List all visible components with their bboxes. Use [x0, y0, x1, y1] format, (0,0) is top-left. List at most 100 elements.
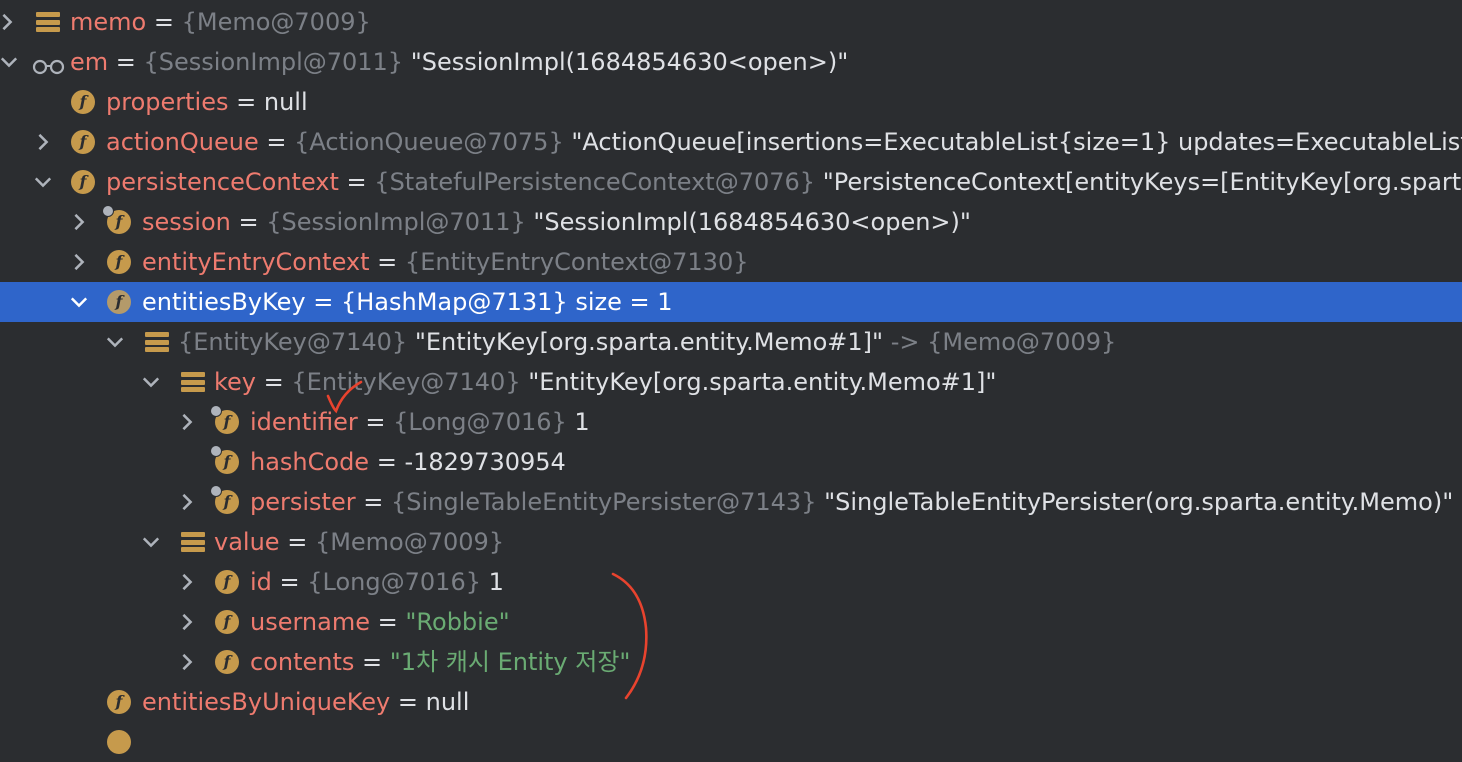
- variable-name: persister: [250, 488, 356, 516]
- row-text: entitiesByUniqueKey = null: [142, 682, 469, 722]
- equals-sign: =: [390, 688, 426, 716]
- stack-icon: [36, 12, 60, 32]
- field-icon: f: [107, 250, 131, 274]
- variable-name: entitiesByUniqueKey: [142, 688, 391, 716]
- field-icon: f: [215, 650, 239, 674]
- variable-name: persistenceContext: [106, 168, 339, 196]
- chevron-right-icon[interactable]: [0, 2, 22, 42]
- string-value: "Robbie": [405, 608, 510, 636]
- object-reference: {Memo@7009}: [181, 8, 371, 36]
- field-icon: f: [107, 690, 131, 714]
- chevron-right-icon[interactable]: [64, 242, 94, 282]
- variable-name: entitiesByKey: [142, 288, 306, 316]
- equals-sign: =: [355, 488, 391, 516]
- tree-row-map-entry[interactable]: {EntityKey@7140} "EntityKey[org.sparta.e…: [0, 322, 1462, 362]
- tree-row-partial[interactable]: [0, 722, 1462, 762]
- tree-row-username[interactable]: f username = "Robbie": [0, 602, 1462, 642]
- variable-name: memo: [70, 8, 147, 36]
- row-text: session = {SessionImpl@7011} "SessionImp…: [142, 202, 971, 242]
- equals-sign: =: [357, 408, 394, 436]
- object-reference: {EntityKey@7140}: [178, 328, 408, 356]
- value-text: "EntityKey[org.sparta.entity.Memo#1]": [407, 328, 884, 356]
- field-icon: f: [102, 205, 131, 234]
- row-text: identifier = {Long@7016} 1: [250, 402, 590, 442]
- tree-row-contents[interactable]: f contents = "1차 캐시 Entity 저장": [0, 642, 1462, 682]
- tree-row-entitiesbykey[interactable]: f entitiesByKey = {HashMap@7131} size = …: [0, 282, 1462, 322]
- field-icon: f: [215, 610, 239, 634]
- glasses-icon: [32, 50, 65, 75]
- chevron-down-icon[interactable]: [28, 162, 58, 202]
- value-text: 1: [480, 568, 504, 596]
- equals-sign: =: [370, 608, 406, 636]
- row-text: entityEntryContext = {EntityEntryContext…: [142, 242, 748, 282]
- chevron-right-icon[interactable]: [172, 642, 202, 682]
- chevron-down-icon[interactable]: [64, 282, 94, 322]
- map-arrow: ->: [883, 328, 928, 356]
- variable-name: hashCode: [250, 448, 370, 476]
- row-text: properties = null: [106, 82, 308, 122]
- value-text: "SessionImpl(1684854630<open>)": [525, 208, 971, 236]
- tree-row-identifier[interactable]: f identifier = {Long@7016} 1: [0, 402, 1462, 442]
- stack-icon: [181, 532, 205, 552]
- object-reference: {Memo@7009}: [314, 528, 505, 556]
- tree-row-memo[interactable]: memo = {Memo@7009}: [0, 2, 1462, 42]
- row-text: memo = {Memo@7009}: [70, 2, 371, 42]
- row-text: key = {EntityKey@7140} "EntityKey[org.sp…: [214, 362, 996, 402]
- field-icon: f: [215, 570, 239, 594]
- tree-row-properties[interactable]: f properties = null: [0, 82, 1462, 122]
- object-reference: {HashMap@7131}: [340, 288, 568, 316]
- variable-name: id: [250, 568, 272, 596]
- row-text: username = "Robbie": [250, 602, 510, 642]
- chevron-right-icon[interactable]: [172, 562, 202, 602]
- stack-icon: [145, 332, 169, 352]
- object-reference: {SessionImpl@7011}: [143, 48, 404, 76]
- equals-sign: =: [256, 368, 292, 396]
- value-text: 1: [566, 408, 590, 436]
- chevron-down-icon[interactable]: [0, 42, 24, 82]
- tree-row-entityentrycontext[interactable]: f entityEntryContext = {EntityEntryConte…: [0, 242, 1462, 282]
- chevron-right-icon[interactable]: [172, 402, 202, 442]
- pin-icon: [210, 405, 222, 417]
- tree-row-em[interactable]: em = {SessionImpl@7011} "SessionImpl(168…: [0, 42, 1462, 82]
- object-reference: {SingleTableEntityPersister@7143}: [390, 488, 817, 516]
- variable-name: em: [70, 48, 109, 76]
- chevron-down-icon[interactable]: [136, 522, 166, 562]
- tree-row-value[interactable]: value = {Memo@7009}: [0, 522, 1462, 562]
- value-text: "ActionQueue[insertions=ExecutableList{s…: [563, 128, 1462, 156]
- row-text: actionQueue = {ActionQueue@7075} "Action…: [106, 122, 1462, 162]
- chevron-down-icon[interactable]: [136, 362, 166, 402]
- equals-sign: =: [279, 528, 315, 556]
- equals-sign: =: [228, 88, 264, 116]
- chevron-right-icon[interactable]: [172, 482, 202, 522]
- object-reference: {Memo@7009}: [927, 328, 1117, 356]
- chevron-right-icon[interactable]: [172, 602, 202, 642]
- object-reference: {EntityEntryContext@7130}: [404, 248, 749, 276]
- equals-sign: =: [146, 8, 182, 36]
- tree-row-entitiesbyuniquekey[interactable]: f entitiesByUniqueKey = null: [0, 682, 1462, 722]
- chevron-right-icon[interactable]: [28, 122, 58, 162]
- tree-row-key[interactable]: key = {EntityKey@7140} "EntityKey[org.sp…: [0, 362, 1462, 402]
- tree-row-id[interactable]: f id = {Long@7016} 1: [0, 562, 1462, 602]
- field-icon: f: [71, 90, 95, 114]
- field-icon: f: [210, 445, 239, 474]
- tree-row-persister[interactable]: f persister = {SingleTableEntityPersiste…: [0, 482, 1462, 522]
- equals-sign: =: [271, 568, 308, 596]
- tree-row-actionqueue[interactable]: f actionQueue = {ActionQueue@7075} "Acti…: [0, 122, 1462, 162]
- object-reference: {Long@7016}: [307, 568, 481, 596]
- field-icon: f: [107, 290, 131, 314]
- row-text: em = {SessionImpl@7011} "SessionImpl(168…: [70, 42, 848, 82]
- object-reference: {ActionQueue@7075}: [294, 128, 564, 156]
- tree-row-persistencecontext[interactable]: f persistenceContext = {StatefulPersiste…: [0, 162, 1462, 202]
- pin-icon: [210, 485, 222, 497]
- chevron-right-icon[interactable]: [64, 202, 94, 242]
- value-text: null: [425, 688, 470, 716]
- tree-row-hashcode[interactable]: f hashCode = -1829730954: [0, 442, 1462, 482]
- object-reference: {StatefulPersistenceContext@7076}: [374, 168, 816, 196]
- field-glyph: f: [223, 492, 231, 511]
- equals-sign: =: [108, 48, 144, 76]
- variable-name: actionQueue: [106, 128, 259, 156]
- field-glyph: f: [223, 412, 231, 431]
- equals-sign: =: [305, 288, 341, 316]
- chevron-down-icon[interactable]: [100, 322, 130, 362]
- tree-row-session[interactable]: f session = {SessionImpl@7011} "SessionI…: [0, 202, 1462, 242]
